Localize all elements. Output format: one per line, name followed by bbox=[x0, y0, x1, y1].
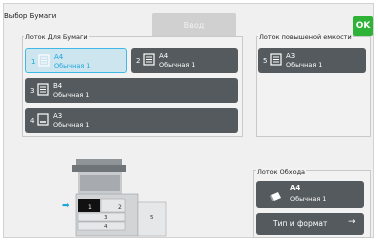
tray-number: 1 bbox=[31, 58, 36, 66]
bypass-size: A4 bbox=[290, 184, 301, 192]
apply-button[interactable]: Ввод bbox=[152, 13, 236, 37]
tray-3-button[interactable]: 3 B4 Обычная 1 bbox=[25, 78, 238, 103]
tray-size: B4 bbox=[53, 82, 63, 90]
tray-number: 4 bbox=[30, 117, 35, 125]
tray-paper-type: Обычная 1 bbox=[53, 121, 90, 129]
machine-tray-2-label: 2 bbox=[118, 204, 122, 211]
paper-tray-icon bbox=[143, 53, 155, 66]
paper-tray-icon-low bbox=[37, 113, 49, 126]
tray-number: 3 bbox=[30, 87, 35, 95]
tray-paper-type: Обычная 1 bbox=[53, 91, 90, 99]
machine-tray-1-label: 1 bbox=[88, 204, 92, 211]
tray-paper-type: Обычная 1 bbox=[286, 61, 323, 69]
type-and-format-label: Тип и формат bbox=[273, 219, 328, 228]
tray-paper-type: Обычная 1 bbox=[159, 61, 196, 69]
tray-size: A3 bbox=[286, 52, 296, 60]
tray-size: A4 bbox=[54, 53, 64, 61]
high-capacity-tray-label: Лоток повышеной емкости bbox=[258, 33, 353, 41]
bypass-tray-label: Лоток Обхода bbox=[256, 168, 307, 176]
paper-tray-icon bbox=[38, 54, 50, 67]
machine-tray-3-label: 3 bbox=[104, 215, 108, 221]
bypass-paper-type: Обычная 1 bbox=[290, 195, 327, 203]
printer-diagram bbox=[72, 159, 167, 237]
tray-number: 5 bbox=[263, 57, 268, 65]
machine-tray-4-label: 4 bbox=[104, 224, 108, 230]
machine-tray-5-label: 5 bbox=[150, 215, 154, 221]
tray-number: 2 bbox=[136, 57, 141, 65]
paper-tray-icon bbox=[37, 83, 49, 96]
bypass-tray-button[interactable]: A4 Обычная 1 bbox=[256, 181, 364, 208]
selected-tray-arrow-icon: ➡ bbox=[62, 201, 70, 211]
paper-tray-group-label: Лоток Для Бумаги bbox=[24, 33, 89, 41]
type-and-format-button[interactable]: Тип и формат → bbox=[256, 213, 364, 235]
tray-4-button[interactable]: 4 A3 Обычная 1 bbox=[25, 108, 238, 133]
tray-2-button[interactable]: 2 A4 Обычная 1 bbox=[131, 48, 238, 73]
bypass-tray-icon bbox=[270, 192, 281, 201]
tray-5-button[interactable]: 5 A3 Обычная 1 bbox=[258, 48, 366, 73]
paper-tray-icon bbox=[270, 53, 282, 66]
ok-button[interactable]: OK bbox=[353, 16, 373, 36]
tray-1-button[interactable]: 1 A4 Обычная 1 bbox=[25, 48, 127, 73]
arrow-right-icon: → bbox=[348, 217, 356, 227]
tray-paper-type: Обычная 1 bbox=[54, 62, 91, 70]
tray-size: A4 bbox=[159, 52, 169, 60]
page-title: Выбор Бумаги bbox=[4, 12, 57, 20]
tray-size: A3 bbox=[53, 112, 63, 120]
